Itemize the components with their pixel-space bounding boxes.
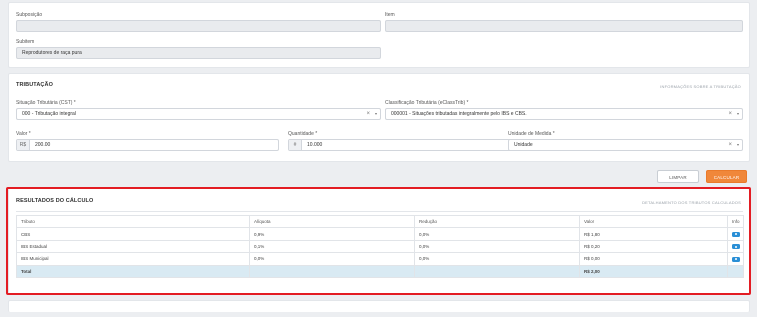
subitem-value: Reprodutores de raça pura [22,50,82,56]
valor-label: Valor * [16,131,31,137]
subposicao-field [16,20,381,32]
hash-prefix: # [289,140,302,150]
classification-card: Subposição Item Subitem Reprodutores de … [8,2,750,68]
tributacao-info-link[interactable]: INFORMAÇÕES SOBRE A TRIBUTAÇÃO [660,84,741,89]
cclass-label: Classificação Tributária (eClassTrib) * [385,100,469,106]
currency-prefix: R$ [17,140,30,150]
item-label: Item [385,12,395,18]
quantidade-value: 10.000 [307,142,323,148]
tributacao-card: TRIBUTAÇÃO INFORMAÇÕES SOBRE A TRIBUTAÇÃ… [8,73,750,162]
unidade-value: Unidade [514,142,533,148]
quantidade-input[interactable]: # 10.000 [288,139,524,151]
clear-icon[interactable]: × [366,109,370,119]
cclass-value: 000001 - Situações tributadas integralme… [391,111,527,117]
calcular-button[interactable]: CALCULAR [706,170,747,183]
cst-label: Situação Tributária (CST) * [16,100,76,106]
chevron-down-icon[interactable]: ▾ [737,109,739,119]
bottom-card-edge [8,300,750,312]
subitem-field: Reprodutores de raça pura [16,47,381,59]
subposicao-label: Subposição [16,12,43,18]
results-highlight-box [6,187,751,295]
cst-value: 000 - Tributação integral [22,111,76,117]
tributacao-title: TRIBUTAÇÃO [16,82,53,88]
limpar-button[interactable]: LIMPAR [657,170,699,183]
valor-value: 200.00 [35,142,51,148]
chevron-down-icon[interactable]: ▾ [375,109,377,119]
unidade-select[interactable]: Unidade × ▾ [508,139,743,151]
valor-input[interactable]: R$ 200.00 [16,139,279,151]
clear-icon[interactable]: × [728,140,732,150]
unidade-label: Unidade de Medida * [508,131,555,137]
item-field [385,20,743,32]
chevron-down-icon[interactable]: ▾ [737,140,739,150]
cst-select[interactable]: 000 - Tributação integral × ▾ [16,108,381,120]
quantidade-label: Quantidade * [288,131,318,137]
subitem-label: Subitem [16,39,35,45]
clear-icon[interactable]: × [728,109,732,119]
cclass-select[interactable]: 000001 - Situações tributadas integralme… [385,108,743,120]
